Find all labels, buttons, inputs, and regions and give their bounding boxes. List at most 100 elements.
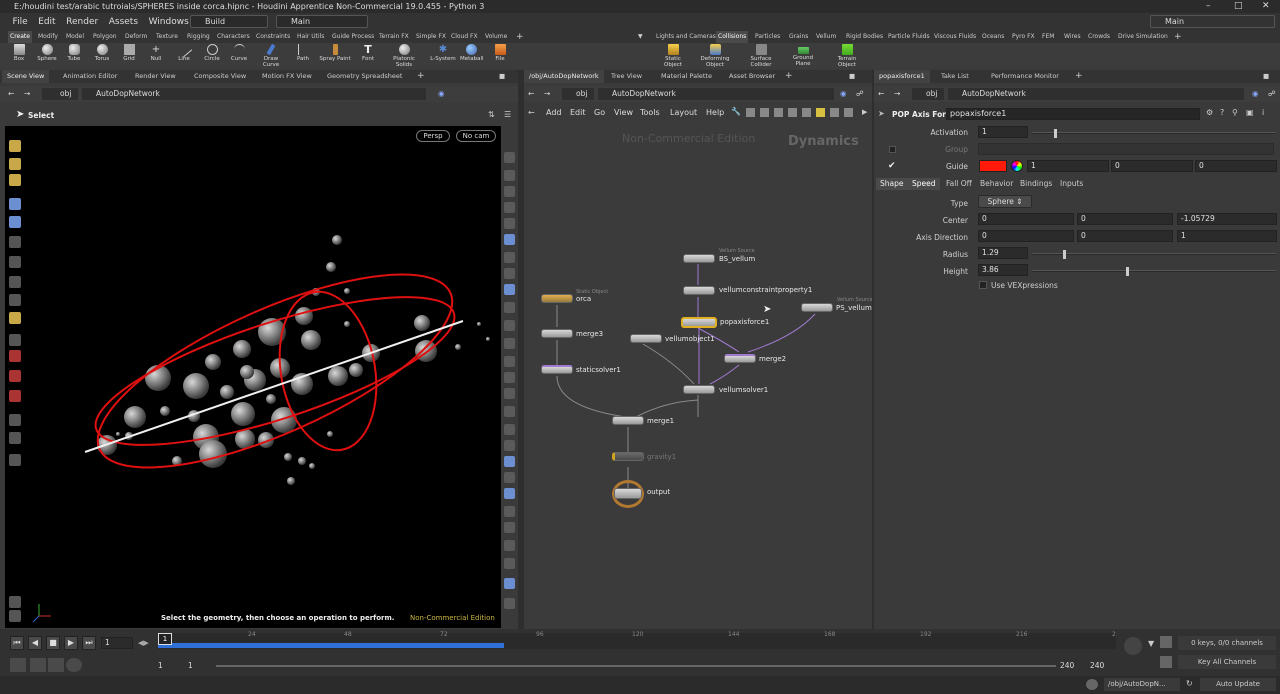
lighting-icon[interactable]: [504, 170, 515, 181]
range-start-2[interactable]: 1: [188, 661, 193, 670]
circle-tool[interactable]: Circle: [201, 44, 223, 62]
radius-slider[interactable]: [1032, 250, 1276, 259]
range-slider[interactable]: [216, 665, 1056, 667]
box-tool[interactable]: Box: [8, 44, 30, 62]
shelf-tab-viscous-fluids[interactable]: Viscous Fluids: [932, 31, 978, 43]
menu-render[interactable]: Render: [62, 13, 102, 31]
net-menu-add[interactable]: Add: [546, 108, 562, 117]
range-end-2[interactable]: 240: [1090, 661, 1104, 670]
net-menu-tools[interactable]: Tools: [640, 108, 660, 117]
null-tool[interactable]: + Null: [145, 44, 167, 62]
deforming-object-tool[interactable]: Deforming Object: [698, 44, 732, 68]
activation-slider[interactable]: [1032, 129, 1276, 138]
camera-select-menu[interactable]: No cam: [456, 130, 496, 142]
pin-param-icon[interactable]: ▣: [1246, 108, 1254, 117]
shelf-tab-collisions[interactable]: Collisions: [716, 31, 749, 43]
right-path-root[interactable]: obj: [912, 88, 944, 100]
visibility-icon[interactable]: [504, 234, 515, 245]
network-back-icon[interactable]: ←: [528, 108, 535, 117]
node-vellumsolver1[interactable]: [683, 385, 715, 394]
sphere-tool[interactable]: Sphere: [36, 44, 58, 62]
move-tool-icon[interactable]: [9, 236, 21, 248]
bbox-icon[interactable]: [504, 456, 515, 467]
tab-composite-view[interactable]: Composite View: [189, 70, 251, 83]
shelf-tab-polygon[interactable]: Polygon: [91, 31, 119, 43]
shelf-tab-rigid-bodies[interactable]: Rigid Bodies: [844, 31, 885, 43]
net-menu-go[interactable]: Go: [594, 108, 605, 117]
desktop-dropdown[interactable]: Build: [190, 15, 268, 28]
shelf-menu-icon[interactable]: ▼: [636, 31, 645, 43]
handle-icon[interactable]: ⇅: [488, 110, 495, 119]
guide-checkbox[interactable]: ✔: [888, 161, 896, 171]
light-tool-icon[interactable]: [9, 454, 21, 466]
wire-icon[interactable]: [504, 406, 515, 417]
mid-back-icon[interactable]: ←: [528, 88, 534, 100]
quad-view-icon[interactable]: [504, 558, 515, 569]
net-menu-view[interactable]: View: [614, 108, 633, 117]
add-right-tab-icon[interactable]: +: [1070, 70, 1088, 83]
desktop-main-dropdown[interactable]: Main: [276, 15, 368, 28]
center-x-field[interactable]: 0: [978, 213, 1074, 225]
guide-color-g[interactable]: 0: [1111, 160, 1193, 172]
lock-tool-icon[interactable]: [9, 216, 21, 228]
tiles-icon[interactable]: [774, 108, 783, 117]
line-tool[interactable]: Line: [173, 41, 195, 62]
shelf-tab-grains[interactable]: Grains: [787, 31, 810, 43]
subtab-behavior[interactable]: Behavior: [976, 178, 1017, 190]
node-gravity1[interactable]: [612, 452, 644, 461]
handle-tool-icon[interactable]: [9, 312, 21, 324]
view-camera-icon[interactable]: [504, 578, 515, 589]
axis-z-field[interactable]: 1: [1177, 230, 1277, 242]
shelf-tab-fem[interactable]: FEM: [1040, 31, 1056, 43]
jump-end-icon[interactable]: ⏭: [82, 636, 96, 650]
surface-collider-tool[interactable]: Surface Collider: [744, 44, 778, 68]
texture-icon[interactable]: [504, 522, 515, 533]
audio-icon[interactable]: [10, 658, 26, 672]
sticky-note-icon[interactable]: [816, 108, 825, 117]
height-slider[interactable]: [1032, 267, 1276, 276]
vertex-numbers-icon[interactable]: [504, 372, 515, 383]
shelf-tab-cloud-fx[interactable]: Cloud FX: [449, 31, 480, 43]
help-icon[interactable]: ?: [1220, 108, 1224, 117]
radius-field[interactable]: 1.29: [978, 247, 1028, 259]
shelf-tab-deform[interactable]: Deform: [123, 31, 149, 43]
tab-performance-monitor[interactable]: Performance Monitor: [986, 70, 1064, 83]
guide-color-b[interactable]: 0: [1195, 160, 1277, 172]
node-merge2[interactable]: [724, 354, 756, 363]
magnet-icon[interactable]: [9, 390, 21, 402]
maximize-icon[interactable]: □: [1234, 0, 1243, 13]
center-z-field[interactable]: -1.05729: [1177, 213, 1277, 225]
group-field[interactable]: [978, 143, 1274, 155]
shading-icon[interactable]: [504, 284, 515, 295]
playhead[interactable]: 1: [158, 633, 172, 645]
right-link-icon[interactable]: ☍: [1268, 88, 1276, 100]
activation-field[interactable]: 1: [978, 126, 1028, 138]
subtab-inputs[interactable]: Inputs: [1056, 178, 1087, 190]
axis-x-field[interactable]: 0: [978, 230, 1074, 242]
right-pin-icon[interactable]: ◉: [1252, 88, 1259, 100]
mid-link-icon[interactable]: ☍: [856, 88, 864, 100]
axis-y-field[interactable]: 0: [1077, 230, 1173, 242]
subtab-fall-off[interactable]: Fall Off: [942, 178, 976, 190]
shelf-tab-drive-simulation[interactable]: Drive Simulation: [1116, 31, 1170, 43]
height-field[interactable]: 3.86: [978, 264, 1028, 276]
static-object-tool[interactable]: Static Object: [656, 44, 690, 68]
template-icon[interactable]: [504, 202, 515, 213]
loop-icon[interactable]: [48, 658, 64, 672]
shelf-tab-create[interactable]: Create: [8, 31, 32, 43]
hidden-line-icon[interactable]: [504, 472, 515, 483]
tab-motion-fx-view[interactable]: Motion FX View: [257, 70, 317, 83]
flipbook-icon[interactable]: [9, 610, 21, 622]
vexpressions-checkbox[interactable]: [979, 281, 987, 289]
shelf-tab-texture[interactable]: Texture: [154, 31, 180, 43]
render-region-icon[interactable]: [9, 596, 21, 608]
tab-tree-view[interactable]: Tree View: [606, 70, 647, 83]
metaball-tool[interactable]: Metaball: [460, 44, 484, 62]
forward-icon[interactable]: →: [24, 88, 30, 100]
node-ps-vellum[interactable]: [801, 303, 833, 312]
shelf-tab-vellum[interactable]: Vellum: [814, 31, 838, 43]
update-mode-icon[interactable]: ↻: [1186, 679, 1193, 688]
tab-render-view[interactable]: Render View: [130, 70, 181, 83]
mid-pin-icon[interactable]: ◉: [840, 88, 847, 100]
sculpt-tool-icon[interactable]: [9, 158, 21, 170]
